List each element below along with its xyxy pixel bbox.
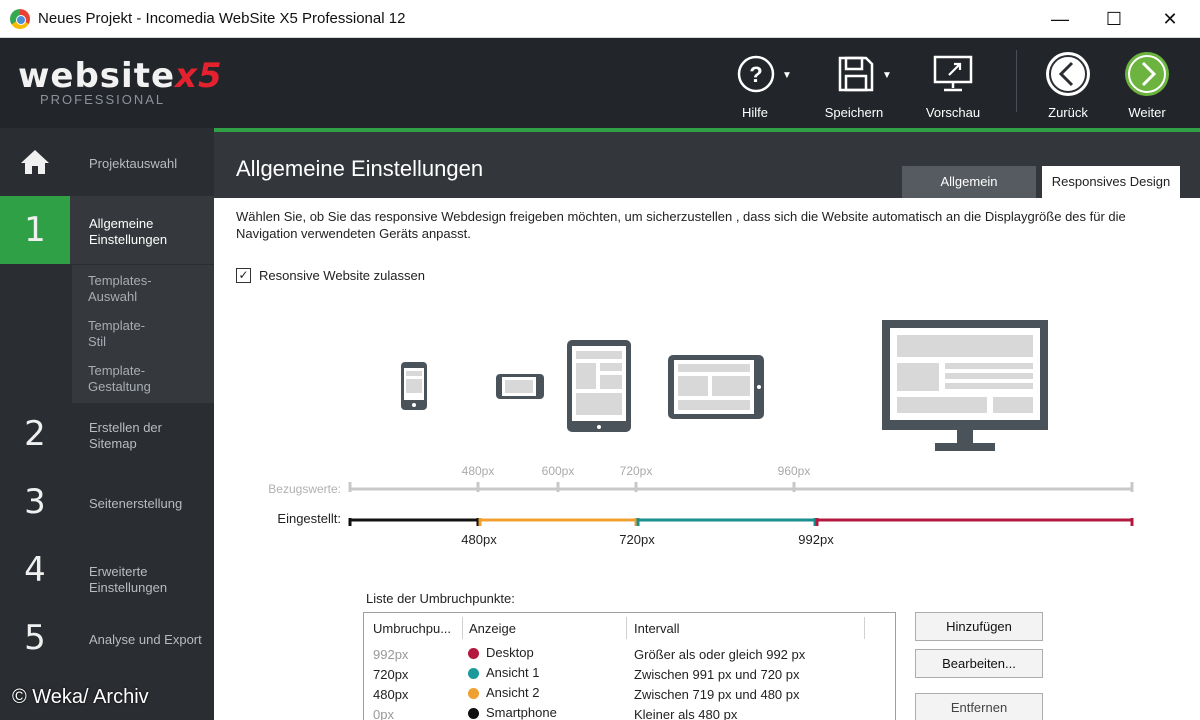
- window-titlebar: Neues Projekt - Incomedia WebSite X5 Pro…: [0, 0, 1200, 38]
- help-icon: ?: [737, 55, 775, 93]
- tab-responsives-design[interactable]: Responsives Design: [1042, 166, 1180, 198]
- content-header: Allgemeine Einstellungen Allgemein Respo…: [214, 128, 1200, 198]
- color-dot: [468, 668, 479, 679]
- column-divider[interactable]: [626, 617, 627, 639]
- window-title: Neues Projekt - Incomedia WebSite X5 Pro…: [38, 10, 406, 27]
- set-label: Eingestellt:: [277, 511, 341, 526]
- step-number: 5: [24, 618, 46, 658]
- tab-allgemein[interactable]: Allgemein: [902, 166, 1036, 198]
- home-icon: [21, 150, 49, 174]
- chevron-down-icon: ▼: [882, 70, 892, 81]
- interval-text: Zwischen 719 px und 480 px: [634, 687, 800, 702]
- remove-breakpoint-button[interactable]: Entfernen: [915, 693, 1043, 720]
- color-dot: [468, 688, 479, 699]
- preview-label: Vorschau: [925, 105, 981, 120]
- sidebar-item-sitemap[interactable]: 2 Erstellen der Sitemap: [0, 400, 214, 468]
- help-button[interactable]: ? ▼ Hilfe: [722, 46, 792, 128]
- column-divider[interactable]: [864, 617, 865, 639]
- arrow-left-icon: [1046, 52, 1090, 96]
- step-number: 2: [24, 414, 46, 454]
- breakpoint-value: 992px: [373, 647, 409, 662]
- display-name: Ansicht 2: [486, 685, 540, 700]
- chevron-down-icon: ▼: [782, 70, 792, 81]
- next-button[interactable]: Weiter: [1114, 46, 1180, 128]
- monitor-icon: [933, 55, 973, 92]
- step-number: 4: [24, 550, 46, 590]
- display-name: Desktop: [486, 645, 534, 660]
- sidebar-item-analyse-export[interactable]: 5 Analyse und Export: [0, 604, 214, 672]
- column-header-interval[interactable]: Intervall: [634, 621, 680, 636]
- app-icon: [10, 9, 30, 29]
- breakpoint-scale: Bezugswerte: 480px 600px 720px 960px Ein…: [268, 464, 1134, 547]
- save-icon: [838, 56, 874, 92]
- display-name: Ansicht 1: [486, 665, 540, 680]
- set-tick-label: 480px: [461, 532, 497, 547]
- sidebar-sublist: Templates-Auswahl Template-Stil Template…: [72, 265, 214, 403]
- sidebar-subitem-template-stil[interactable]: Template-Stil: [88, 318, 158, 350]
- step-number: 1: [24, 210, 46, 250]
- sidebar-item-projektauswahl[interactable]: Projektauswahl: [0, 128, 214, 196]
- sidebar-subitem-template-gestaltung[interactable]: Template-Gestaltung: [88, 363, 168, 395]
- next-label: Weiter: [1128, 105, 1166, 120]
- sidebar-item-label: Erweiterte Einstellungen: [89, 564, 168, 595]
- close-button[interactable]: ✕: [1150, 6, 1190, 32]
- color-dot: [468, 708, 479, 719]
- save-button[interactable]: ▼ Speichern: [818, 46, 892, 128]
- reference-label: Bezugswerte:: [268, 482, 341, 496]
- back-button[interactable]: Zurück: [1036, 46, 1100, 128]
- preview-button[interactable]: Vorschau: [918, 46, 988, 128]
- reference-tick-label: 960px: [778, 464, 811, 478]
- set-tick-label: 992px: [798, 532, 834, 547]
- copyright-watermark: © Weka/ Archiv: [12, 686, 149, 708]
- sidebar-item-label: Seitenerstellung: [89, 496, 183, 511]
- sidebar-subitem-templates-auswahl[interactable]: Templates-Auswahl: [88, 273, 168, 305]
- interval-text: Größer als oder gleich 992 px: [634, 647, 806, 662]
- breakpoint-list-title: Liste der Umbruchpunkte:: [366, 591, 515, 606]
- save-label: Speichern: [824, 105, 884, 120]
- sidebar-item-label: Allgemeine Einstellungen: [89, 216, 168, 247]
- sidebar-item-seitenerstellung[interactable]: 3 Seitenerstellung: [0, 468, 214, 536]
- step-number: 3: [24, 482, 46, 522]
- sidebar-item-label: Projektauswahl: [89, 156, 178, 171]
- main-toolbar: websitex5 PROFESSIONAL ? ▼ Hilfe ▼ Speic…: [0, 38, 1200, 128]
- back-label: Zurück: [1048, 105, 1088, 120]
- column-divider[interactable]: [462, 617, 463, 639]
- page-title: Allgemeine Einstellungen: [236, 156, 484, 181]
- column-header-display[interactable]: Anzeige: [469, 621, 516, 636]
- breakpoint-value: 0px: [373, 707, 394, 720]
- logo-x5: x5: [175, 56, 223, 96]
- sidebar-item-label: Analyse und Export: [89, 632, 202, 647]
- wizard-sidebar: Projektauswahl 1 Allgemeine Einstellunge…: [0, 128, 214, 720]
- svg-text:?: ?: [749, 62, 762, 87]
- edit-breakpoint-button[interactable]: Bearbeiten...: [915, 649, 1043, 678]
- column-header-breakpoint[interactable]: Umbruchpu...: [373, 621, 451, 636]
- sidebar-item-allgemeine-einstellungen[interactable]: 1 Allgemeine Einstellungen: [0, 196, 214, 264]
- logo-text: website: [18, 56, 176, 96]
- breakpoint-list[interactable]: Umbruchpu... Anzeige Intervall 992px Des…: [363, 612, 896, 720]
- sidebar-item-label: Erstellen der Sitemap: [89, 420, 162, 451]
- interval-text: Kleiner als 480 px: [634, 707, 738, 720]
- reference-tick-label: 480px: [462, 464, 495, 478]
- breakpoint-value: 720px: [373, 667, 409, 682]
- toolbar-divider: [1016, 50, 1017, 112]
- arrow-right-icon: [1125, 52, 1169, 96]
- interval-text: Zwischen 991 px und 720 px: [634, 667, 800, 682]
- app-logo: websitex5 PROFESSIONAL: [18, 56, 223, 107]
- add-breakpoint-button[interactable]: Hinzufügen: [915, 612, 1043, 641]
- set-tick-label: 720px: [619, 532, 655, 547]
- help-label: Hilfe: [741, 105, 768, 120]
- color-dot: [468, 648, 479, 659]
- breakpoint-value: 480px: [373, 687, 409, 702]
- display-name: Smartphone: [486, 705, 557, 720]
- reference-tick-label: 600px: [542, 464, 575, 478]
- reference-tick-label: 720px: [620, 464, 653, 478]
- content-panel: Wählen Sie, ob Sie das responsive Webdes…: [214, 198, 1200, 720]
- sidebar-item-erweiterte-einstellungen[interactable]: 4 Erweiterte Einstellungen: [0, 536, 214, 604]
- minimize-button[interactable]: —: [1040, 6, 1080, 32]
- maximize-button[interactable]: ☐: [1094, 6, 1134, 32]
